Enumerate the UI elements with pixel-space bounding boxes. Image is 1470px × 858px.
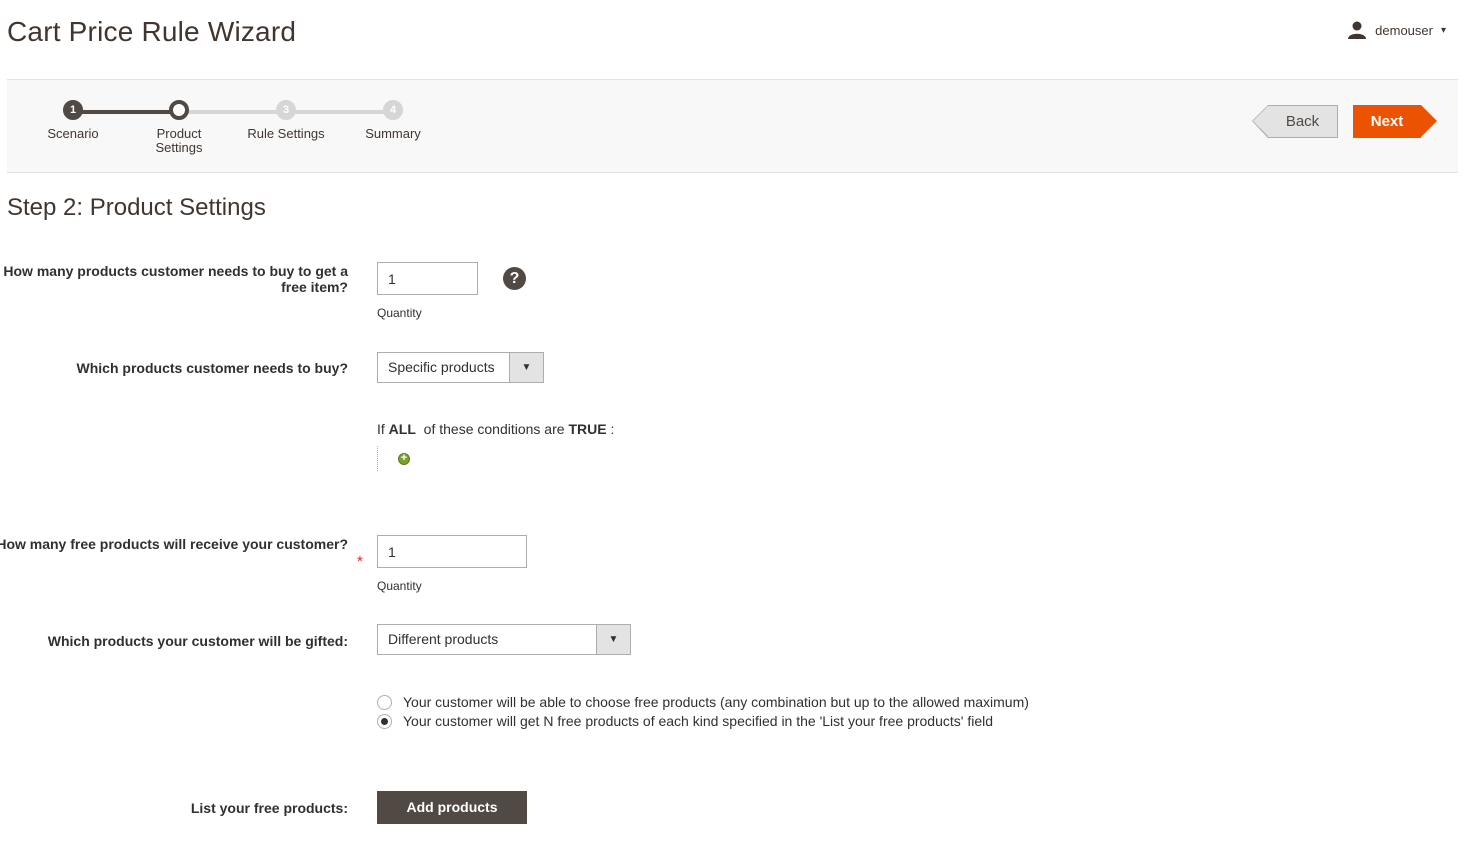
buy-qty-input[interactable] [377,262,478,295]
radio-label: Your customer will be able to choose fre… [403,694,1029,710]
section-title: Step 2: Product Settings [7,194,266,221]
wizard-step-scenario[interactable]: 1 Scenario [13,100,133,141]
free-qty-note: Quantity [377,579,422,593]
wizard-step-summary[interactable]: 4 Summary [333,100,453,141]
step-indicator: 3 [276,100,296,120]
wizard-progress-bar: 1 Scenario Product Settings 3 Rule Setti… [7,79,1458,173]
radio-button-checked[interactable] [377,713,392,729]
help-icon[interactable]: ? [503,267,526,290]
step-label: Product Settings [155,126,203,155]
conditions-middle: of these conditions are [423,421,565,437]
required-marker: * [357,553,363,570]
gift-option-each-kind[interactable]: Your customer will get N free products o… [377,713,993,729]
conditions-suffix: : [610,421,615,437]
add-condition-icon[interactable]: + [398,453,410,465]
next-arrow-shape [1421,105,1437,137]
chevron-down-icon: ▼ [509,353,543,382]
back-button[interactable]: Back [1252,105,1338,138]
radio-button[interactable] [377,694,392,710]
buy-qty-note: Quantity [377,306,422,320]
wizard-step-product-settings[interactable]: Product Settings [119,100,239,155]
conditions-tree [377,446,378,471]
step-indicator: 4 [383,100,403,120]
free-qty-label: How many free products will receive your… [0,536,348,552]
select-value: Specific products [388,359,495,375]
buy-qty-label: How many products customer needs to buy … [3,263,348,295]
gift-products-select[interactable]: Different products ▼ [377,624,631,655]
free-qty-input[interactable] [377,535,527,568]
wizard-step-rule-settings[interactable]: 3 Rule Settings [226,100,346,141]
buy-products-label: Which products customer needs to buy? [76,360,348,376]
next-button-label: Next [1370,113,1404,130]
conditions-aggregator[interactable]: ALL [389,421,416,437]
step-label: Rule Settings [247,126,325,141]
next-button[interactable]: Next [1353,105,1437,138]
chevron-down-icon: ▼ [596,625,630,654]
gift-products-label: Which products your customer will be gif… [47,633,348,649]
radio-label: Your customer will get N free products o… [403,713,994,729]
conditions-value[interactable]: TRUE [568,421,606,437]
step-indicator-current [169,100,189,120]
back-arrow-shape-inner [1253,106,1268,136]
select-value: Different products [388,631,499,647]
step-indicator: 1 [63,100,83,120]
free-list-label: List your free products: [190,800,348,816]
page-title: Cart Price Rule Wizard [7,16,297,47]
user-account-menu[interactable]: demouser ▾ [1347,20,1446,40]
step-label: Summary [365,126,421,141]
conditions-prefix: If [377,421,385,437]
conditions-header: If ALL of these conditions are TRUE : [377,421,614,437]
user-icon [1348,21,1367,39]
chevron-down-icon: ▾ [1440,24,1446,36]
buy-products-select[interactable]: Specific products ▼ [377,352,544,383]
gift-option-choose[interactable]: Your customer will be able to choose fre… [377,694,1029,710]
back-button-label: Back [1285,113,1320,130]
step-label: Scenario [47,126,99,141]
add-products-button[interactable]: Add products [377,791,527,824]
user-name: demouser [1375,22,1433,38]
